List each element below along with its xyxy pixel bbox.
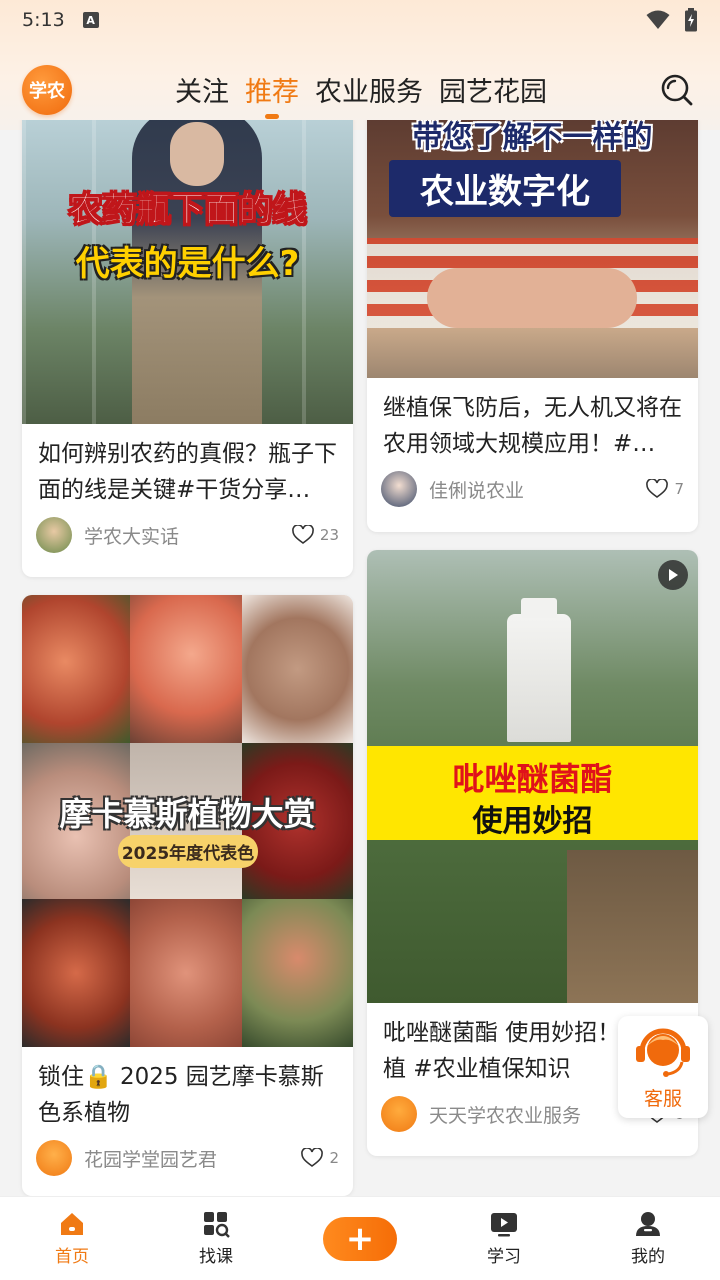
avatar <box>381 1096 417 1132</box>
notification-icon: A <box>82 12 99 28</box>
like-count-value: 7 <box>674 480 684 498</box>
battery-icon <box>685 8 697 32</box>
card-thumbnail: 带您了解不一样的 农业数字化 <box>367 120 698 378</box>
headset-agent-icon <box>636 1028 690 1077</box>
grid-search-icon <box>204 1212 230 1238</box>
bottom-nav: 首页 找课 + 学习 我的 <box>0 1196 720 1280</box>
card-overlay-title: 农药瓶下面的线 <box>68 190 307 231</box>
card-overlay-title: 摩卡慕斯植物大赏 <box>59 795 316 833</box>
home-icon <box>61 1213 83 1235</box>
card-thumbnail: 摩卡慕斯植物大赏 2025年度代表色 <box>22 595 353 1047</box>
top-tabs: 关注 推荐 农业服务 园艺花园 <box>175 70 563 109</box>
heart-icon <box>301 1148 324 1167</box>
heart-icon <box>646 479 669 498</box>
author-name: 佳俐说农业 <box>429 479 525 502</box>
card-meta: 学农大实话 23 <box>22 510 353 560</box>
heart-icon <box>292 525 314 544</box>
card-overlay-title: 带您了解不一样的 <box>412 120 653 155</box>
avatar <box>36 1140 72 1176</box>
card-thumbnail: 农药瓶下面的线 代表的是什么? <box>22 120 353 424</box>
nav-create[interactable]: + <box>288 1216 432 1261</box>
card-overlay-subtitle: 代表的是什么? <box>75 244 300 284</box>
feed-card[interactable]: 农药瓶下面的线 代表的是什么? 如何辨别农药的真假？瓶子下面的线是关键#干货分享… <box>22 120 353 577</box>
card-overlay-subtitle: 2025年度代表色 <box>118 835 258 868</box>
author-name: 学农大实话 <box>84 525 180 548</box>
tab-garden[interactable]: 园艺花园 <box>439 70 547 109</box>
nav-label: 学习 <box>487 1247 521 1267</box>
customer-service-label: 客服 <box>643 1088 682 1110</box>
nav-find-course[interactable]: 找课 <box>144 1210 288 1267</box>
wifi-icon <box>646 10 670 29</box>
status-time: 5:13 <box>22 9 65 31</box>
like-count[interactable]: 23 <box>292 525 339 545</box>
status-bar: 5:13 A <box>0 0 720 40</box>
author-name: 天天学农农业服务 <box>429 1104 582 1127</box>
feed-card[interactable]: 摩卡慕斯植物大赏 2025年度代表色 锁住🔒 2025 园艺摩卡慕斯色系植物 花… <box>22 595 353 1196</box>
card-title: 如何辨别农药的真假？瓶子下面的线是关键#干货分享… <box>38 441 337 503</box>
feed: 农药瓶下面的线 代表的是什么? 如何辨别农药的真假？瓶子下面的线是关键#干货分享… <box>0 120 720 1196</box>
card-overlay-title: 吡唑醚菌酯 <box>452 760 613 798</box>
card-overlay-subtitle: 使用妙招 <box>472 804 593 839</box>
play-icon <box>669 569 678 581</box>
card-thumbnail: 吡唑醚菌酯 使用妙招 <box>367 550 698 1003</box>
customer-service-button[interactable]: 客服 <box>618 1016 708 1118</box>
video-play-icon <box>491 1213 517 1237</box>
like-count[interactable]: 2 <box>301 1148 339 1168</box>
video-play-badge <box>658 560 688 590</box>
app-logo[interactable]: 学农 <box>22 65 72 115</box>
nav-home[interactable]: 首页 <box>0 1210 144 1267</box>
avatar <box>36 517 72 553</box>
author-name: 花园学堂园艺君 <box>84 1148 218 1171</box>
avatar <box>381 471 417 507</box>
search-icon[interactable] <box>660 73 694 107</box>
tab-recommend[interactable]: 推荐 <box>245 70 299 109</box>
nav-label: 首页 <box>55 1247 89 1267</box>
tab-agri-service[interactable]: 农业服务 <box>315 70 423 109</box>
nav-mine[interactable]: 我的 <box>576 1210 720 1267</box>
card-overlay-subtitle: 农业数字化 <box>389 160 621 217</box>
top-header: 学农 关注 推荐 农业服务 园艺花园 <box>0 56 720 126</box>
nav-study[interactable]: 学习 <box>432 1210 576 1267</box>
plus-icon: + <box>323 1216 397 1261</box>
nav-label: 找课 <box>199 1247 233 1267</box>
user-profile-icon <box>636 1212 660 1236</box>
card-meta: 花园学堂园艺君 2 <box>22 1133 353 1183</box>
card-title: 锁住🔒 2025 园艺摩卡慕斯色系植物 <box>38 1064 324 1126</box>
card-title: 继植保飞防后，无人机又将在农用领域大规模应用！#… <box>383 395 682 457</box>
like-count-value: 2 <box>329 1149 339 1167</box>
nav-label: 我的 <box>631 1247 665 1267</box>
feed-card[interactable]: 带您了解不一样的 农业数字化 继植保飞防后，无人机又将在农用领域大规模应用！#…… <box>367 120 698 532</box>
like-count-value: 23 <box>319 526 339 544</box>
tab-follow[interactable]: 关注 <box>175 70 229 109</box>
like-count[interactable]: 7 <box>646 479 684 499</box>
card-meta: 佳俐说农业 7 <box>367 464 698 514</box>
